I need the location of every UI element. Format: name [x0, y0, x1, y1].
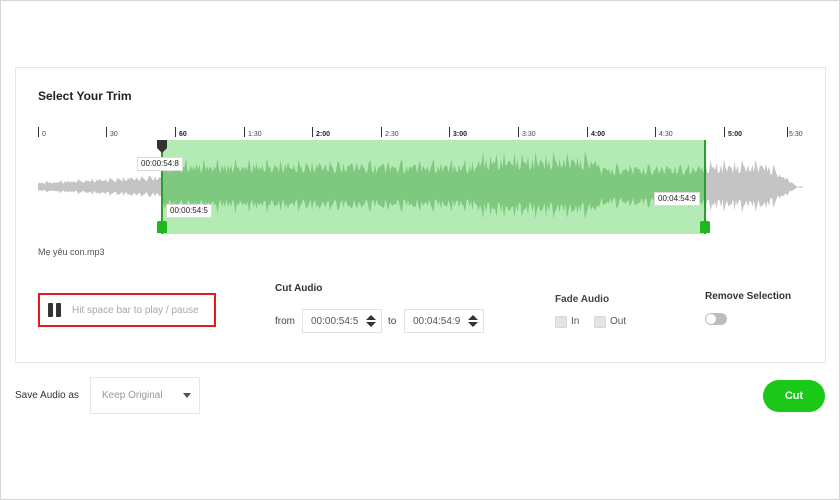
ruler-tick: [587, 127, 588, 137]
format-select[interactable]: Keep Original: [90, 377, 200, 414]
fade-out-checkbox[interactable]: [594, 316, 606, 328]
format-select-value: Keep Original: [102, 390, 163, 401]
fade-out-label: Out: [610, 316, 627, 327]
fade-in-checkbox[interactable]: [555, 316, 567, 328]
ruler-tick: [449, 127, 450, 137]
to-time-input[interactable]: 00:04:54:9: [404, 309, 484, 333]
from-time-value: 00:00:54:5: [311, 315, 359, 327]
audio-filename: Mẹ yêu con.mp3: [38, 247, 105, 257]
to-time-spinner-icon[interactable]: [468, 315, 478, 327]
toggle-knob: [706, 314, 716, 324]
ruler-tick: [787, 127, 788, 137]
ruler-label: 3:30: [522, 131, 536, 138]
ruler-label: 2:30: [385, 131, 399, 138]
ruler-tick: [381, 127, 382, 137]
pause-icon[interactable]: [48, 303, 62, 317]
ruler-tick: [655, 127, 656, 137]
ruler-tick: [244, 127, 245, 137]
ruler-label: 1:30: [248, 131, 262, 138]
trim-title: Select Your Trim: [38, 89, 132, 103]
to-time-value: 00:04:54:9: [413, 315, 461, 327]
remove-selection-toggle[interactable]: [705, 313, 727, 325]
from-time-input[interactable]: 00:00:54:5: [302, 309, 382, 333]
cut-button[interactable]: Cut: [763, 380, 825, 412]
ruler-tick: [175, 127, 176, 137]
ruler-tick: [38, 127, 39, 137]
ruler-label: 2:00: [316, 131, 331, 138]
from-time-spinner-icon[interactable]: [366, 315, 376, 327]
ruler-label: 3:00: [453, 131, 468, 138]
ruler-label: 60: [179, 131, 187, 138]
waveform-selected: [162, 151, 705, 220]
ruler-label: 4:00: [591, 131, 606, 138]
fade-in-label: In: [571, 316, 580, 327]
ruler-label: 0: [42, 131, 46, 138]
remove-selection-title: Remove Selection: [705, 291, 792, 302]
start-edge-line: [161, 140, 163, 234]
playhead-icon[interactable]: [157, 140, 167, 153]
audio-waveform[interactable]: [38, 140, 804, 234]
playhead-time-tag: 00:00:54:8: [137, 157, 183, 171]
to-label: to: [388, 316, 397, 327]
ruler-label: 5:00: [728, 131, 743, 138]
ruler-tick: [106, 127, 107, 137]
from-label: from: [275, 316, 295, 327]
start-time-tag: 00:00:54:5: [166, 204, 212, 218]
ruler-tick: [312, 127, 313, 137]
cut-audio-title: Cut Audio: [275, 283, 323, 294]
ruler-label: 5:30: [789, 131, 803, 138]
end-edge-line: [704, 140, 706, 234]
start-drag-handle[interactable]: [157, 221, 167, 233]
save-audio-label: Save Audio as: [15, 390, 79, 401]
ruler-label: 4:30: [659, 131, 673, 138]
caret-down-icon: [183, 393, 191, 398]
play-pause-control[interactable]: Hit space bar to play / pause: [38, 293, 216, 327]
ruler-label: 30: [110, 131, 118, 138]
fade-audio-title: Fade Audio: [555, 294, 610, 305]
ruler-tick: [724, 127, 725, 137]
ruler-tick: [518, 127, 519, 137]
end-time-tag: 00:04:54:9: [654, 192, 700, 206]
play-hint-text: Hit space bar to play / pause: [72, 304, 199, 316]
end-drag-handle[interactable]: [700, 221, 710, 233]
